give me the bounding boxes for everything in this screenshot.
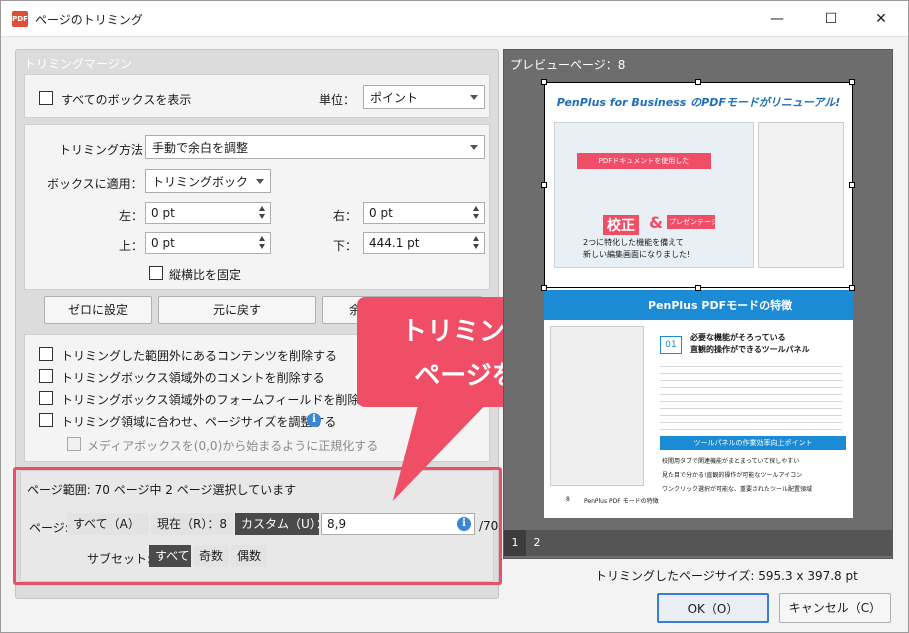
top-margin-value: 0 pt bbox=[151, 236, 175, 250]
preview-tool-screenshot bbox=[550, 326, 644, 486]
preview-footer-text: PenPlus PDF モードの特徴 bbox=[584, 498, 659, 505]
keep-ratio-label: 縦横比を固定 bbox=[169, 268, 242, 282]
crop-frame[interactable] bbox=[544, 82, 853, 288]
preview-panel: プレビューページ：8 PenPlus for Business のPDFモードが… bbox=[503, 49, 893, 559]
crop-handle-top-right[interactable] bbox=[849, 79, 855, 85]
pdf-app-icon: PDF bbox=[12, 11, 28, 27]
apply-box-select[interactable]: トリミングボック bbox=[145, 169, 271, 193]
delete-outside-fields-label: トリミングボックス領域外のフォームフィールドを削除する bbox=[61, 393, 384, 407]
preview-tab-1[interactable]: 1 bbox=[504, 530, 526, 556]
ok-button[interactable]: OK（O） bbox=[657, 593, 769, 623]
crop-handle-right[interactable] bbox=[849, 182, 855, 188]
unit-label: 単位： bbox=[319, 93, 356, 107]
preview-section-bar: PenPlus PDFモードの特徴 bbox=[544, 290, 853, 320]
preview-blue-bar: ツールパネルの作業効率向上ポイント bbox=[660, 436, 846, 450]
fit-page-size-checkbox[interactable] bbox=[39, 413, 53, 427]
chevron-down-icon bbox=[256, 179, 264, 184]
unit-select-value: ポイント bbox=[370, 91, 419, 105]
close-button[interactable]: ✕ bbox=[861, 7, 901, 31]
unit-select[interactable]: ポイント bbox=[363, 85, 485, 109]
crop-handle-left[interactable] bbox=[541, 182, 547, 188]
preview-item-number: 01 bbox=[660, 336, 682, 354]
spin-up-icon[interactable] bbox=[259, 236, 265, 241]
preview-point-3: ワンクリック選択が可能な、重要されたツール配置領域 bbox=[662, 486, 813, 493]
preview-page: PenPlus for Business のPDFモードがリニューアル! PDF… bbox=[541, 79, 855, 518]
bottom-margin-input[interactable]: 444.1 pt bbox=[363, 232, 485, 254]
preview-bottom-section: PenPlus PDFモードの特徴 01 必要な機能がそろっている 直観的操作が… bbox=[544, 290, 853, 518]
method-label: トリミング方法： bbox=[59, 143, 156, 157]
apply-box-value: トリミングボック bbox=[152, 175, 249, 189]
right-margin-input[interactable]: 0 pt bbox=[363, 202, 485, 224]
right-margin-value: 0 pt bbox=[369, 206, 393, 220]
crop-handle-top-left[interactable] bbox=[541, 79, 547, 85]
crop-handle-bottom-right[interactable] bbox=[849, 285, 855, 291]
chevron-down-icon bbox=[470, 95, 478, 100]
preview-item-heading-2: 直観的操作ができるツールパネル bbox=[690, 345, 810, 354]
method-select-value: 手動で余白を調整 bbox=[152, 141, 249, 155]
apply-label: ボックスに適用： bbox=[47, 177, 143, 191]
trim-margin-header: トリミングマージン bbox=[24, 57, 132, 71]
right-margin-label: 右： bbox=[333, 209, 358, 223]
preview-header: プレビューページ：8 bbox=[510, 58, 626, 72]
fit-page-size-label: トリミング領域に合わせ、ページサイズを調整する bbox=[61, 415, 337, 429]
crop-handle-bottom[interactable] bbox=[695, 285, 701, 291]
delete-outside-comments-label: トリミングボックス領域外のコメントを削除する bbox=[61, 371, 325, 385]
preview-section-title: PenPlus PDFモードの特徴 bbox=[648, 299, 793, 312]
preview-body-text bbox=[660, 360, 842, 432]
spin-up-icon[interactable] bbox=[473, 236, 479, 241]
show-all-boxes-checkbox[interactable] bbox=[39, 91, 53, 105]
set-zero-button[interactable]: ゼロに設定 bbox=[44, 296, 152, 324]
spin-down-icon[interactable] bbox=[259, 214, 265, 219]
left-margin-input[interactable]: 0 pt bbox=[145, 202, 271, 224]
top-margin-label: 上： bbox=[119, 239, 144, 253]
left-margin-label: 左： bbox=[119, 209, 144, 223]
trim-dialog: PDF ページのトリミング — ☐ ✕ トリミングマージン すべてのボックスを表… bbox=[0, 0, 909, 633]
show-all-boxes-label: すべてのボックスを表示 bbox=[61, 93, 192, 107]
spin-down-icon[interactable] bbox=[473, 244, 479, 249]
delete-outside-content-checkbox[interactable] bbox=[39, 347, 53, 361]
normalize-mediabox-checkbox[interactable] bbox=[67, 437, 81, 451]
title-bar: PDF ページのトリミング — ☐ ✕ bbox=[1, 1, 908, 37]
delete-outside-comments-checkbox[interactable] bbox=[39, 369, 53, 383]
crop-handle-top[interactable] bbox=[695, 79, 701, 85]
margin-settings-group: トリミング方法： 手動で余白を調整 ボックスに適用： トリミングボック 左： 0… bbox=[24, 124, 490, 290]
info-icon[interactable]: i bbox=[307, 413, 321, 427]
spin-down-icon[interactable] bbox=[473, 214, 479, 219]
bottom-margin-value: 444.1 pt bbox=[369, 236, 420, 250]
preview-tab-2[interactable]: 2 bbox=[526, 530, 548, 556]
top-margin-input[interactable]: 0 pt bbox=[145, 232, 271, 254]
delete-outside-content-label: トリミングした範囲外にあるコンテンツを削除する bbox=[61, 349, 338, 363]
method-select[interactable]: 手動で余白を調整 bbox=[145, 135, 485, 159]
minimize-button[interactable]: — bbox=[757, 7, 797, 31]
window-title: ページのトリミング bbox=[35, 13, 143, 27]
trimmed-page-size: トリミングしたページサイズ: 595.3 x 397.8 pt bbox=[595, 569, 858, 583]
delete-outside-fields-checkbox[interactable] bbox=[39, 391, 53, 405]
left-margin-value: 0 pt bbox=[151, 206, 175, 220]
crop-handle-bottom-left[interactable] bbox=[541, 285, 547, 291]
chevron-down-icon bbox=[470, 145, 478, 150]
preview-item-heading-1: 必要な機能がそろっている bbox=[690, 333, 786, 342]
normalize-mediabox-label: メディアボックスを(0,0)から始まるように正規化する bbox=[87, 439, 379, 453]
spin-up-icon[interactable] bbox=[473, 206, 479, 211]
preview-point-2: 見た目で分かる!直観的操作が可能なツールアイコン bbox=[662, 472, 803, 479]
revert-button[interactable]: 元に戻す bbox=[158, 296, 316, 324]
bottom-margin-label: 下： bbox=[333, 239, 358, 253]
spin-down-icon[interactable] bbox=[259, 244, 265, 249]
keep-ratio-checkbox[interactable] bbox=[149, 266, 163, 280]
preview-footer-num: 8 bbox=[566, 496, 570, 503]
show-box-group: すべてのボックスを表示 単位： ポイント bbox=[24, 74, 490, 118]
preview-point-1: 校閲用タブで関連機能がまとまっていて探しやすい bbox=[662, 458, 800, 465]
cancel-button[interactable]: キャンセル（C） bbox=[779, 593, 891, 623]
preview-page-tabs: 1 2 bbox=[504, 530, 892, 556]
maximize-button[interactable]: ☐ bbox=[811, 7, 851, 31]
spin-up-icon[interactable] bbox=[259, 206, 265, 211]
